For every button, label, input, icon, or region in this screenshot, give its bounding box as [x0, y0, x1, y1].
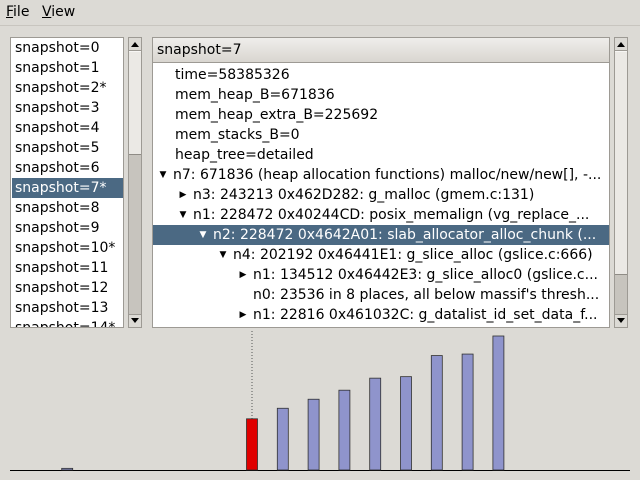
tree-scroll-thumb[interactable] — [615, 51, 627, 275]
snapshot-list-item[interactable]: snapshot=3 — [12, 98, 123, 118]
scroll-down-arrow-icon[interactable] — [615, 314, 627, 327]
snapshot-list-item[interactable]: snapshot=14* — [12, 318, 123, 327]
graph-bar[interactable] — [276, 407, 289, 471]
graph-bar-selected[interactable] — [246, 418, 258, 471]
snapshot-list[interactable]: snapshot=0 snapshot=1 snapshot=2* snapshot=… — [10, 37, 124, 328]
scroll-up-arrow-icon[interactable] — [129, 38, 141, 51]
snapshot-list-item[interactable]: snapshot=12 — [12, 278, 123, 298]
tree-column-header[interactable]: snapshot=7 — [153, 38, 609, 63]
tree-scrollbar[interactable] — [614, 37, 628, 328]
graph-bar[interactable] — [61, 467, 74, 471]
heap-tree-view[interactable]: snapshot=7 time=58385326 mem_heap_B=67183… — [152, 37, 610, 328]
tree-row[interactable]: ▼ n2: 228472 0x4642A01: slab_allocator_al… — [153, 225, 609, 245]
tree-row-label: n7: 671836 (heap allocation functions) m… — [173, 167, 602, 183]
menubar: File View — [0, 0, 640, 26]
graph-bar[interactable] — [430, 355, 443, 471]
snapshot-list-item[interactable]: snapshot=4 — [12, 118, 123, 138]
tree-row[interactable]: ▶ n3: 243213 0x462D282: g_malloc (gmem.c:… — [153, 185, 609, 205]
tree-row[interactable]: heap_tree=detailed — [153, 145, 609, 165]
expander-collapsed-icon[interactable]: ▶ — [237, 265, 249, 285]
graph-bar[interactable] — [338, 389, 351, 471]
scroll-up-arrow-icon[interactable] — [615, 38, 627, 51]
scroll-down-arrow-icon[interactable] — [129, 314, 141, 327]
graph-bar[interactable] — [461, 353, 474, 471]
tree-row-label: n1: 22816 0x461032C: g_datalist_id_set_d… — [253, 307, 598, 323]
tree-row-label: heap_tree=detailed — [175, 147, 314, 163]
snapshot-list-item[interactable]: snapshot=1 — [12, 58, 123, 78]
expander-expanded-icon[interactable]: ▼ — [157, 165, 169, 185]
graph-bar[interactable] — [492, 335, 505, 471]
snapshot-list-scroll-thumb[interactable] — [129, 51, 141, 155]
tree-row[interactable]: mem_heap_extra_B=225692 — [153, 105, 609, 125]
tree-row-label: n0: 23536 in 8 places, all below massif'… — [253, 287, 600, 303]
tree-row-label: time=58385326 — [175, 67, 290, 83]
snapshot-list-item[interactable]: snapshot=13 — [12, 298, 123, 318]
expander-collapsed-icon[interactable]: ▶ — [237, 325, 249, 327]
snapshot-list-item[interactable]: snapshot=11 — [12, 258, 123, 278]
memory-graph-svg[interactable] — [0, 331, 640, 480]
tree-row[interactable]: ▼ n4: 202192 0x46441E1: g_slice_alloc (gs… — [153, 245, 609, 265]
tree-row-label: mem_heap_B=671836 — [175, 87, 335, 103]
tree-row[interactable]: ▶ n1: 22816 0x461032C: g_datalist_id_set_… — [153, 305, 609, 325]
tree-row-label: n2: 228472 0x4642A01: slab_allocator_all… — [213, 227, 597, 243]
expander-collapsed-icon[interactable]: ▶ — [177, 185, 189, 205]
tree-row[interactable]: ▶ n1: 134512 0x46442E3: g_slice_alloc0 (g… — [153, 265, 609, 285]
tree-row[interactable]: mem_stacks_B=0 — [153, 125, 609, 145]
tree-row-label: n1: 14512 0x4631F8A: g_hash_table_insert… — [253, 325, 609, 327]
memory-graph[interactable] — [0, 331, 640, 480]
snapshot-list-item[interactable]: snapshot=6 — [12, 158, 123, 178]
menu-file[interactable]: File — [6, 4, 29, 20]
snapshot-list-item[interactable]: snapshot=2* — [12, 78, 123, 98]
expander-expanded-icon[interactable]: ▼ — [197, 225, 209, 245]
snapshot-list-scrollbar[interactable] — [128, 37, 142, 328]
graph-bar[interactable] — [400, 376, 412, 471]
tree-row-label: n1: 134512 0x46442E3: g_slice_alloc0 (gs… — [253, 267, 598, 283]
tree-row-label: mem_stacks_B=0 — [175, 127, 300, 143]
expander-expanded-icon[interactable]: ▼ — [177, 205, 189, 225]
tree-row[interactable]: n0: 23536 in 8 places, all below massif'… — [153, 285, 609, 305]
snapshot-list-item[interactable]: snapshot=9 — [12, 218, 123, 238]
graph-bar[interactable] — [307, 398, 320, 471]
expander-expanded-icon[interactable]: ▼ — [217, 245, 229, 265]
snapshot-list-item[interactable]: snapshot=7* — [12, 178, 123, 198]
tree-row[interactable]: ▼ n1: 228472 0x40244CD: posix_memalign (v… — [153, 205, 609, 225]
snapshot-list-item[interactable]: snapshot=8 — [12, 198, 123, 218]
expander-collapsed-icon[interactable]: ▶ — [237, 305, 249, 325]
tree-row-label: n1: 228472 0x40244CD: posix_memalign (vg… — [193, 207, 590, 223]
graph-bar[interactable] — [369, 377, 382, 471]
snapshot-list-item[interactable]: snapshot=0 — [12, 38, 123, 58]
tree-row[interactable]: time=58385326 — [153, 65, 609, 85]
menu-view[interactable]: View — [42, 4, 75, 20]
snapshot-list-item[interactable]: snapshot=5 — [12, 138, 123, 158]
tree-row-label: mem_heap_extra_B=225692 — [175, 107, 379, 123]
tree-row[interactable]: ▶ n1: 14512 0x4631F8A: g_hash_table_inser… — [153, 325, 609, 327]
tree-row[interactable]: mem_heap_B=671836 — [153, 85, 609, 105]
tree-row-label: n3: 243213 0x462D282: g_malloc (gmem.c:1… — [193, 187, 535, 203]
tree-row-label: n4: 202192 0x46441E1: g_slice_alloc (gsl… — [233, 247, 593, 263]
snapshot-list-item[interactable]: snapshot=10* — [12, 238, 123, 258]
tree-row[interactable]: ▼ n7: 671836 (heap allocation functions) … — [153, 165, 609, 185]
